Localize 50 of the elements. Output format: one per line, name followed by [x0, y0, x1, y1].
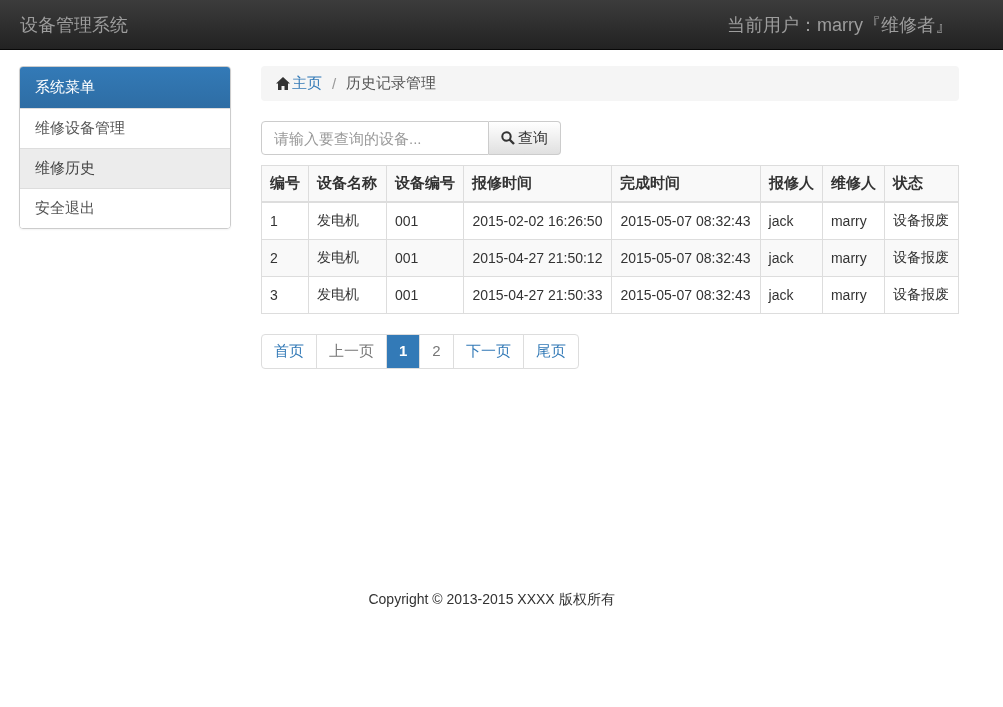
- page-link[interactable]: 首页: [261, 333, 317, 369]
- menu-item[interactable]: 安全退出: [20, 188, 230, 228]
- home-link[interactable]: 主页: [276, 74, 322, 93]
- page-link[interactable]: 下一页: [452, 333, 524, 369]
- table-cell: 发电机: [308, 239, 387, 276]
- table-cell: 3: [261, 276, 309, 313]
- column-header: 设备名称: [308, 165, 387, 202]
- current-user: 当前用户：marry『维修者』: [727, 13, 953, 37]
- table-cell: jack: [760, 276, 823, 313]
- table-cell: 001: [386, 202, 464, 239]
- home-icon: [276, 77, 290, 90]
- table-cell: 设备报废: [884, 202, 959, 239]
- table-cell: 2015-05-07 08:32:43: [611, 239, 760, 276]
- app-title: 设备管理系统: [20, 13, 128, 37]
- table-cell: 2015-04-27 21:50:33: [463, 276, 612, 313]
- table-cell: 2015-02-02 16:26:50: [463, 202, 612, 239]
- page-link[interactable]: 1: [386, 333, 421, 369]
- table-cell: 001: [386, 239, 464, 276]
- column-header: 完成时间: [611, 165, 760, 202]
- table-cell: 发电机: [308, 202, 387, 239]
- column-header: 状态: [884, 165, 959, 202]
- search-button[interactable]: 查询: [489, 121, 561, 155]
- table-cell: 设备报废: [884, 239, 959, 276]
- table-cell: 发电机: [308, 276, 387, 313]
- column-header: 设备编号: [386, 165, 464, 202]
- menu-item[interactable]: 维修设备管理: [20, 108, 230, 148]
- table-cell: 001: [386, 276, 464, 313]
- breadcrumb-current: 历史记录管理: [346, 74, 437, 93]
- table-cell: marry: [822, 276, 885, 313]
- page-link[interactable]: 尾页: [522, 333, 579, 369]
- table-cell: 2015-04-27 21:50:12: [463, 239, 612, 276]
- column-header: 报修时间: [463, 165, 612, 202]
- copyright-text: Copyright © 2013-2015 XXXX 版权所有: [368, 590, 615, 607]
- table-cell: marry: [822, 202, 885, 239]
- table-cell: 设备报废: [884, 276, 959, 313]
- table-cell: jack: [760, 239, 823, 276]
- table-cell: 2015-05-07 08:32:43: [611, 276, 760, 313]
- column-header: 编号: [261, 165, 309, 202]
- breadcrumb-separator: /: [331, 75, 338, 92]
- table-cell: 1: [261, 202, 309, 239]
- search-icon: [501, 131, 515, 145]
- column-header: 报修人: [760, 165, 823, 202]
- table-cell: 2: [261, 239, 309, 276]
- column-header: 维修人: [822, 165, 885, 202]
- table-cell: 2015-05-07 08:32:43: [611, 202, 760, 239]
- menu-item[interactable]: 维修历史: [20, 148, 230, 188]
- search-field[interactable]: 请输入要查询的设备...: [261, 121, 489, 155]
- table-cell: marry: [822, 239, 885, 276]
- menu-header: 系统菜单: [20, 67, 230, 108]
- table-cell: jack: [760, 202, 823, 239]
